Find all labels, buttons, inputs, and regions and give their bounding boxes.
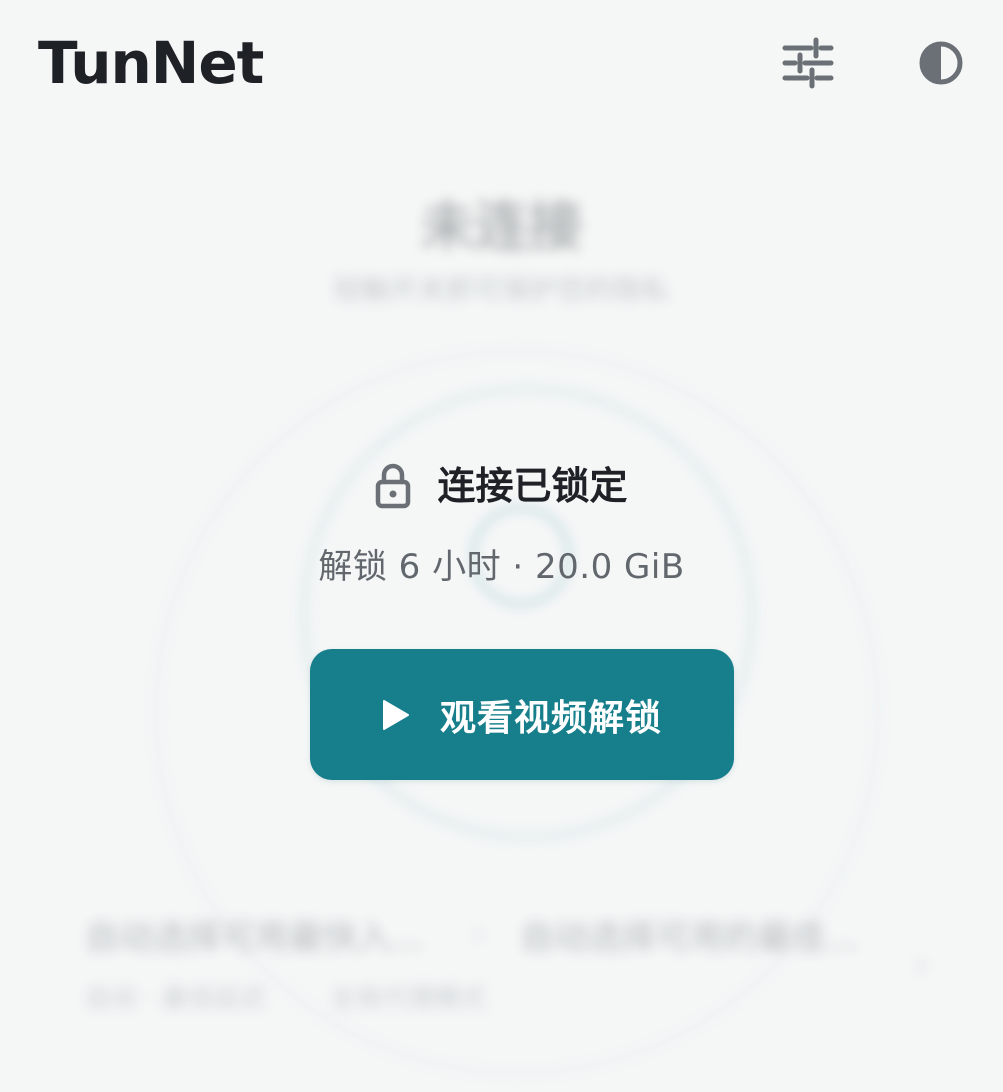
lock-icon bbox=[376, 463, 411, 509]
meta-mode: 全局代理模式 bbox=[330, 984, 487, 1014]
watch-video-unlock-button[interactable]: 观看视频解锁 bbox=[310, 649, 734, 780]
settings-button[interactable] bbox=[776, 31, 840, 95]
lock-title: 连接已锁定 bbox=[437, 464, 628, 508]
chevron-right-icon: › bbox=[915, 945, 929, 985]
blurred-background: 未连接 轻触开关即可保护您的隐私 自动选择可用最快入... › 自动选择可用的最… bbox=[0, 120, 1003, 1092]
location-right: 自动选择可用的最佳... bbox=[520, 918, 859, 958]
status-title: 未连接 bbox=[420, 195, 583, 258]
status-subtitle: 轻触开关即可保护您的隐私 bbox=[333, 273, 670, 306]
location-left: 自动选择可用最快入... bbox=[85, 918, 424, 958]
lock-header: 连接已锁定 bbox=[0, 456, 1003, 516]
play-icon bbox=[382, 699, 409, 730]
contrast-icon bbox=[919, 41, 963, 85]
unlock-reward-text: 解锁 6 小时 · 20.0 GiB bbox=[318, 547, 685, 587]
location-separator: › bbox=[473, 917, 485, 952]
sliders-icon bbox=[782, 37, 834, 89]
app-title: TunNet bbox=[38, 29, 264, 97]
theme-toggle-button[interactable] bbox=[909, 31, 973, 95]
unlock-button-label: 观看视频解锁 bbox=[439, 697, 662, 739]
meta-latency: 自动 · 最佳延迟 bbox=[85, 984, 266, 1014]
